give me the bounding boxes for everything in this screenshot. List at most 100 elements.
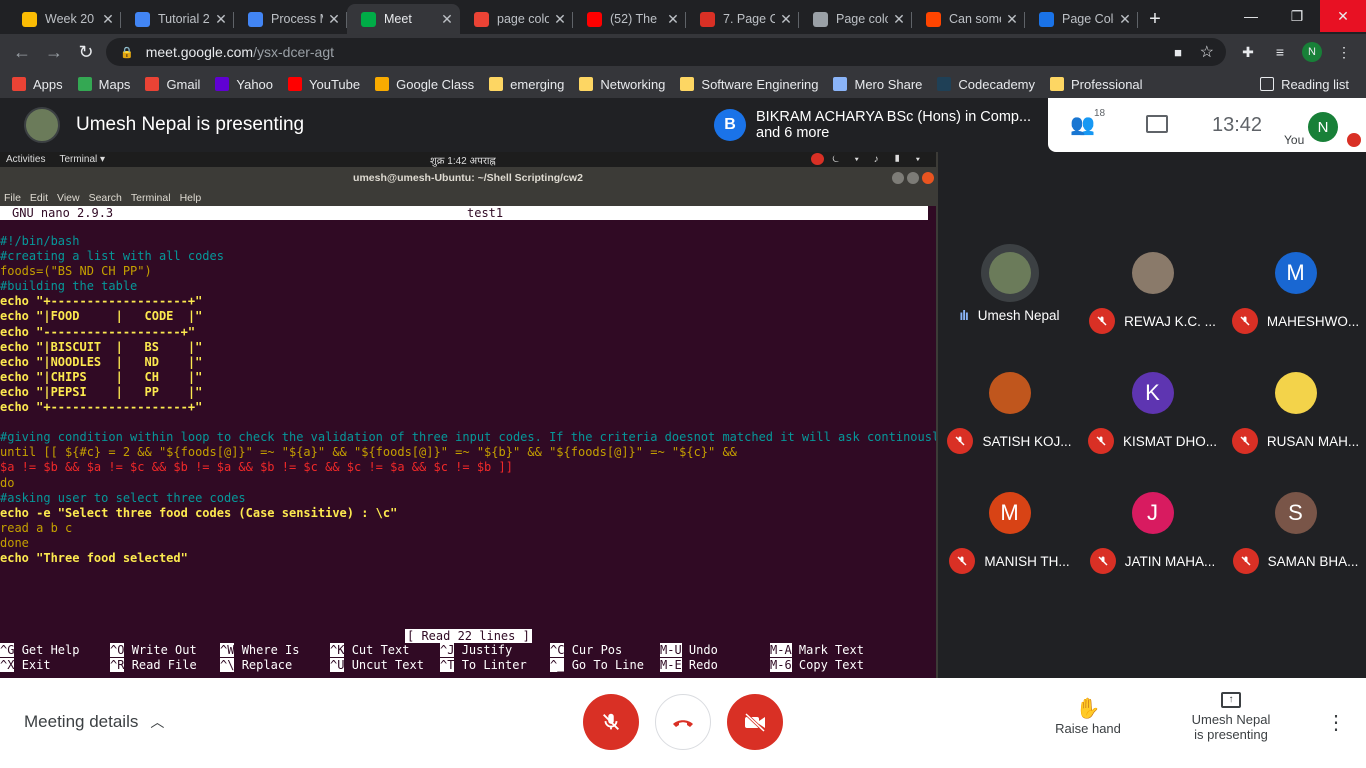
- bookmark-software-enginering[interactable]: Software Enginering: [680, 77, 818, 92]
- participant-tile[interactable]: ılı Umesh Nepal: [938, 234, 1081, 354]
- tab-7[interactable]: Page colo ✕: [799, 4, 912, 34]
- tab-8[interactable]: Can some ✕: [912, 4, 1025, 34]
- terminal-menu-view[interactable]: View: [57, 192, 80, 204]
- participant-tile[interactable]: SATISH KOJ...: [938, 354, 1081, 474]
- mic-toggle-button[interactable]: [583, 694, 639, 750]
- participant-tile[interactable]: J JATIN MAHA...: [1081, 474, 1224, 594]
- bookmark-google-class[interactable]: Google Class: [375, 77, 474, 92]
- close-tab-icon[interactable]: ✕: [101, 11, 115, 28]
- close-tab-icon[interactable]: ✕: [1118, 11, 1132, 28]
- participant-avatar: J: [1131, 492, 1174, 534]
- tab-9[interactable]: Page Colo ✕: [1025, 4, 1138, 34]
- close-tab-icon[interactable]: ✕: [1005, 11, 1019, 28]
- bookmark-emerging[interactable]: emerging: [489, 77, 564, 92]
- folder-icon: [680, 77, 695, 91]
- bookmark-professional[interactable]: Professional: [1050, 77, 1143, 92]
- close-tab-icon[interactable]: ✕: [892, 11, 906, 28]
- tab-0[interactable]: Week 20 ✕: [8, 4, 121, 34]
- star-icon[interactable]: ☆: [1200, 42, 1214, 62]
- extensions-icon[interactable]: ✚: [1234, 38, 1262, 66]
- participant-tile[interactable]: M MAHESHWO...: [1224, 234, 1366, 354]
- tab-title: Process M: [271, 12, 323, 26]
- meet-window: Umesh Nepal is presenting B BIKRAM ACHAR…: [0, 98, 1366, 768]
- bookmark-label: Software Enginering: [701, 76, 819, 92]
- present-now-button[interactable]: ↑ Umesh Nepal is presenting: [1180, 692, 1282, 742]
- mic-off-icon: [603, 713, 619, 730]
- bookmark-label: Google Class: [396, 76, 475, 92]
- new-tab-button[interactable]: +: [1138, 4, 1172, 34]
- participant-tile[interactable]: REWAJ K.C. ...: [1081, 234, 1224, 354]
- tab-5[interactable]: (52) The ✕: [573, 4, 686, 34]
- close-tab-icon[interactable]: ✕: [327, 11, 341, 28]
- bookmark-maps[interactable]: Maps: [77, 77, 130, 92]
- tab-2[interactable]: Process M ✕: [234, 4, 347, 34]
- shortcut-key: ^J: [440, 643, 455, 657]
- code-editor[interactable]: #!/bin/bash #creating a list with all cod…: [0, 220, 936, 566]
- camera-toggle-button[interactable]: [727, 694, 783, 750]
- restore-button[interactable]: ❐: [1274, 0, 1320, 32]
- more-options-icon[interactable]: ⋮: [1326, 710, 1346, 735]
- nano-shortcut: ^X Exit: [0, 658, 51, 673]
- nano-shortcut: ^K Cut Text: [330, 643, 409, 658]
- close-tab-icon[interactable]: ✕: [214, 11, 228, 28]
- shortcut-key: ^O: [110, 643, 125, 657]
- bookmark-apps[interactable]: Apps: [12, 77, 63, 92]
- meeting-details-button[interactable]: Meeting details ︿: [24, 712, 164, 732]
- tab-title: (52) The: [610, 12, 658, 26]
- bookmark-youtube[interactable]: YouTube: [288, 77, 360, 92]
- meeting-details-label: Meeting details: [24, 712, 139, 731]
- banner-avatar: B: [714, 109, 746, 141]
- bookmark-networking[interactable]: Networking: [579, 77, 665, 92]
- participant-name: RUSAN MAH...: [1266, 433, 1360, 449]
- bookmark-yahoo[interactable]: Yahoo: [215, 77, 273, 92]
- bolt-icon: [474, 11, 489, 27]
- terminal-menu-edit[interactable]: Edit: [30, 192, 48, 204]
- reading-list-button[interactable]: Reading list: [1260, 77, 1349, 92]
- participant-name-row: RUSAN MAH...: [1231, 428, 1360, 454]
- apps-grid-icon: [12, 77, 26, 91]
- bookmark-gmail[interactable]: Gmail: [145, 77, 200, 92]
- close-tab-icon[interactable]: ✕: [666, 11, 680, 28]
- raise-hand-button[interactable]: ✋ Raise hand: [1048, 696, 1128, 736]
- close-tab-icon[interactable]: ✕: [553, 11, 567, 28]
- forward-icon[interactable]: →: [38, 36, 70, 68]
- chat-icon[interactable]: [1146, 115, 1168, 133]
- people-button[interactable]: 👥 18: [1070, 108, 1105, 137]
- tab-1[interactable]: Tutorial 2 ✕: [121, 4, 234, 34]
- terminal-menu-help[interactable]: Help: [180, 192, 202, 204]
- close-tab-icon[interactable]: ✕: [440, 11, 454, 28]
- terminal-menu-file[interactable]: File: [4, 192, 21, 204]
- bookmark-mero-share[interactable]: Mero Share: [833, 77, 922, 92]
- tab-6[interactable]: 7. Page C ✕: [686, 4, 799, 34]
- media-icon[interactable]: ≡: [1266, 38, 1294, 66]
- terminal-menu-search[interactable]: Search: [89, 192, 122, 204]
- leave-call-button[interactable]: [655, 694, 711, 750]
- address-bar[interactable]: 🔒 meet.google.com/ysx-dcer-agt ■ ☆: [106, 38, 1226, 66]
- participant-tile[interactable]: M MANISH TH...: [938, 474, 1081, 594]
- reload-icon[interactable]: ↻: [70, 36, 102, 68]
- menu-icon[interactable]: ⋮: [1330, 38, 1358, 66]
- shortcut-key: ^X: [0, 658, 15, 672]
- profile-avatar[interactable]: N: [1298, 38, 1326, 66]
- nano-shortcut: ^T To Linter: [440, 658, 527, 673]
- close-window-button[interactable]: ✕: [1320, 0, 1366, 32]
- shortcut-key: M-U: [660, 643, 682, 657]
- tab-3[interactable]: Meet ✕: [347, 4, 460, 34]
- clock-time: 13:42: [1212, 114, 1263, 136]
- camera-icon[interactable]: ■: [1174, 45, 1182, 60]
- bookmark-codecademy[interactable]: Codecademy: [937, 77, 1035, 92]
- close-tab-icon[interactable]: ✕: [779, 11, 793, 28]
- participant-avatar: [1131, 252, 1174, 294]
- participant-tile[interactable]: RUSAN MAH...: [1224, 354, 1366, 474]
- code-line: echo "+-------------------+": [0, 294, 203, 309]
- back-icon[interactable]: ←: [6, 36, 38, 68]
- participant-tile[interactable]: S SAMAN BHA...: [1224, 474, 1366, 594]
- tab-title: page colo: [497, 12, 549, 26]
- participant-tile[interactable]: K KISMAT DHO...: [1081, 354, 1224, 474]
- code-line: #building the table: [0, 279, 138, 294]
- maps-icon: [77, 77, 92, 91]
- terminal-menu-terminal[interactable]: Terminal: [131, 192, 171, 204]
- shortcut-key: ^T: [440, 658, 455, 672]
- tab-4[interactable]: page colo ✕: [460, 4, 573, 34]
- minimize-button[interactable]: —: [1228, 0, 1274, 32]
